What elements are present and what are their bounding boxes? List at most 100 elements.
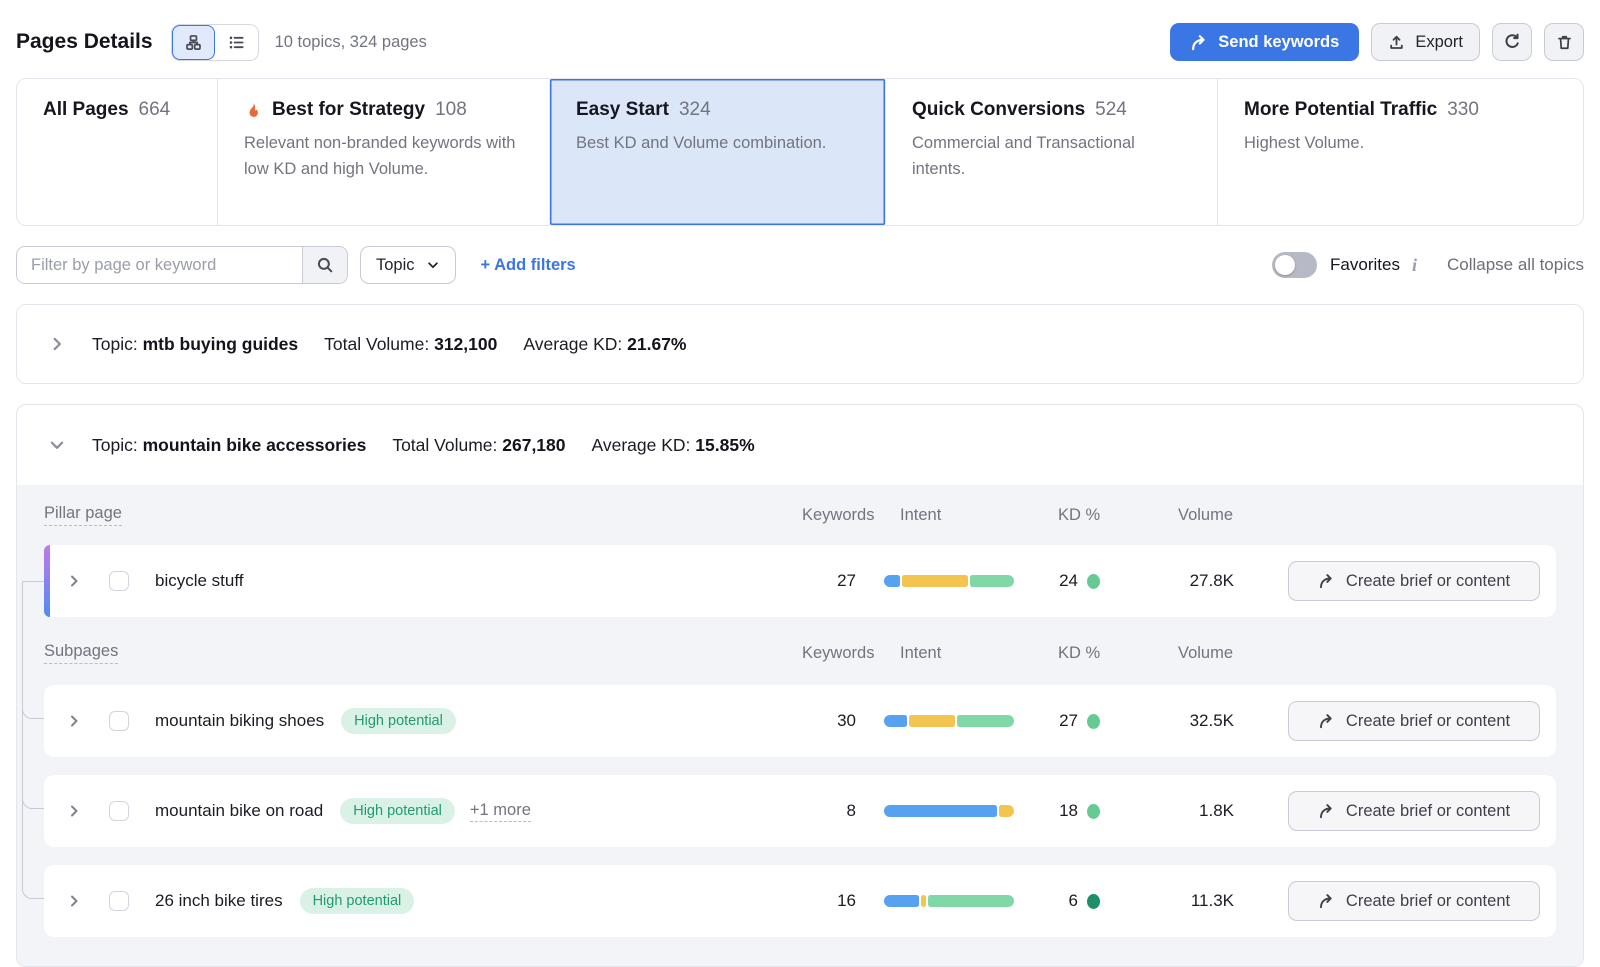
page-name[interactable]: mountain biking shoes bbox=[155, 711, 324, 731]
row-checkbox[interactable] bbox=[109, 801, 129, 821]
topic-header[interactable]: Topic: mtb buying guides Total Volume: 3… bbox=[17, 305, 1583, 383]
intent-bar bbox=[884, 575, 1014, 587]
row-checkbox[interactable] bbox=[109, 891, 129, 911]
intent-segment bbox=[928, 895, 1014, 907]
send-arrow-icon bbox=[1190, 34, 1208, 51]
expand-row-button[interactable] bbox=[64, 891, 84, 911]
row-checkbox[interactable] bbox=[109, 711, 129, 731]
tree-connector-stub bbox=[22, 581, 44, 582]
tab-all-pages[interactable]: All Pages 664 bbox=[17, 79, 218, 225]
tree-connector-line bbox=[22, 581, 23, 889]
filter-bar-right: Favorites i Collapse all topics bbox=[1272, 252, 1584, 278]
expand-row-button[interactable] bbox=[64, 801, 84, 821]
column-volume: Volume bbox=[1176, 644, 1276, 663]
pillar-header-row: Pillar page Keywords Intent KD % Volume bbox=[44, 501, 1556, 529]
column-keywords: Keywords bbox=[802, 506, 872, 525]
page-name[interactable]: mountain bike on road bbox=[155, 801, 323, 821]
tab-best-for-strategy[interactable]: Best for Strategy 108 Relevant non-brand… bbox=[218, 79, 550, 225]
subpages-header-row: Subpages Keywords Intent KD % Volume bbox=[44, 639, 1556, 667]
volume-value: 1.8K bbox=[1160, 801, 1260, 821]
page-name[interactable]: bicycle stuff bbox=[155, 571, 244, 591]
collapse-all-topics-link[interactable]: Collapse all topics bbox=[1447, 255, 1584, 275]
high-potential-badge: High potential bbox=[340, 798, 455, 824]
expand-row-button[interactable] bbox=[64, 571, 84, 591]
filter-input[interactable] bbox=[17, 247, 302, 283]
column-volume: Volume bbox=[1176, 506, 1276, 525]
keyword-filter bbox=[16, 246, 348, 284]
topic-header[interactable]: Topic: mountain bike accessories Total V… bbox=[17, 405, 1583, 485]
intent-segment bbox=[884, 575, 900, 587]
send-arrow-icon bbox=[1318, 573, 1335, 589]
topbar-actions: Send keywords Export bbox=[1170, 23, 1584, 61]
volume-value: 11.3K bbox=[1160, 891, 1260, 911]
kd-dot bbox=[1087, 804, 1100, 819]
kd-value: 27 bbox=[1042, 711, 1078, 731]
create-brief-button[interactable]: Create brief or content bbox=[1288, 701, 1540, 741]
chevron-down-icon[interactable] bbox=[48, 436, 66, 454]
chevron-down-icon bbox=[426, 258, 440, 272]
volume-value: 32.5K bbox=[1160, 711, 1260, 731]
delete-button[interactable] bbox=[1544, 23, 1584, 61]
volume-value: 27.8K bbox=[1160, 571, 1260, 591]
subpages-label[interactable]: Subpages bbox=[44, 642, 118, 664]
page-name[interactable]: 26 inch bike tires bbox=[155, 891, 283, 911]
kd-dot bbox=[1087, 714, 1100, 729]
view-mode-toggle bbox=[171, 24, 259, 61]
column-kd: KD % bbox=[1058, 506, 1148, 525]
keywords-count: 8 bbox=[786, 801, 856, 821]
chevron-right-icon[interactable] bbox=[48, 335, 66, 353]
topic-filter-dropdown[interactable]: Topic bbox=[360, 246, 456, 284]
page-row-bicycle-stuff: bicycle stuff 27 24 27.8K Create brief o… bbox=[44, 545, 1556, 617]
pillar-page-label[interactable]: Pillar page bbox=[44, 504, 122, 526]
column-intent: Intent bbox=[900, 644, 1030, 663]
send-arrow-icon bbox=[1318, 713, 1335, 729]
create-brief-button[interactable]: Create brief or content bbox=[1288, 791, 1540, 831]
trash-icon bbox=[1556, 34, 1573, 51]
tab-easy-start[interactable]: Easy Start 324 Best KD and Volume combin… bbox=[550, 79, 886, 225]
kd-dot bbox=[1087, 894, 1100, 909]
kd-value: 6 bbox=[1042, 891, 1078, 911]
add-filters-link[interactable]: + Add filters bbox=[481, 256, 576, 275]
send-arrow-icon bbox=[1318, 803, 1335, 819]
pillar-gradient-bar bbox=[44, 545, 50, 617]
total-volume-value: 312,100 bbox=[434, 334, 497, 354]
list-icon bbox=[228, 34, 245, 51]
intent-segment bbox=[884, 715, 907, 727]
tab-quick-conversions[interactable]: Quick Conversions 524 Commercial and Tra… bbox=[886, 79, 1218, 225]
favorites-toggle[interactable] bbox=[1272, 252, 1317, 278]
export-button[interactable]: Export bbox=[1371, 23, 1480, 61]
more-badges-link[interactable]: +1 more bbox=[470, 801, 531, 822]
intent-bar bbox=[884, 805, 1014, 817]
search-button[interactable] bbox=[302, 247, 347, 283]
expand-row-button[interactable] bbox=[64, 711, 84, 731]
tree-view-button[interactable] bbox=[172, 25, 215, 60]
favorites-label: Favorites bbox=[1330, 255, 1400, 275]
row-checkbox[interactable] bbox=[109, 571, 129, 591]
refresh-icon bbox=[1503, 33, 1521, 51]
flame-icon bbox=[244, 101, 262, 120]
filter-bar: Topic + Add filters Favorites i Collapse… bbox=[16, 246, 1584, 284]
average-kd-value: 21.67% bbox=[627, 334, 686, 354]
list-view-button[interactable] bbox=[215, 25, 258, 60]
topic-card-mtb-buying-guides: Topic: mtb buying guides Total Volume: 3… bbox=[16, 304, 1584, 384]
search-icon bbox=[316, 256, 334, 274]
intent-segment bbox=[884, 805, 997, 817]
topics-pages-summary: 10 topics, 324 pages bbox=[275, 33, 427, 52]
average-kd-value: 15.85% bbox=[695, 435, 754, 455]
keywords-count: 16 bbox=[786, 891, 856, 911]
tree-connector-elbow bbox=[22, 798, 44, 809]
kd-value: 18 bbox=[1042, 801, 1078, 821]
info-icon[interactable]: i bbox=[1412, 255, 1417, 276]
column-keywords: Keywords bbox=[802, 644, 872, 663]
intent-segment bbox=[909, 715, 956, 727]
page-row-mountain-bike-on-road: mountain bike on road High potential +1 … bbox=[44, 775, 1556, 847]
keywords-count: 30 bbox=[786, 711, 856, 731]
create-brief-button[interactable]: Create brief or content bbox=[1288, 561, 1540, 601]
send-keywords-button[interactable]: Send keywords bbox=[1170, 23, 1359, 61]
create-brief-button[interactable]: Create brief or content bbox=[1288, 881, 1540, 921]
tab-more-potential-traffic[interactable]: More Potential Traffic 330 Highest Volum… bbox=[1218, 79, 1583, 225]
column-intent: Intent bbox=[900, 506, 1030, 525]
refresh-button[interactable] bbox=[1492, 23, 1532, 61]
toggle-knob bbox=[1275, 255, 1295, 275]
page-segment-tabs: All Pages 664 Best for Strategy 108 Rele… bbox=[16, 78, 1584, 226]
